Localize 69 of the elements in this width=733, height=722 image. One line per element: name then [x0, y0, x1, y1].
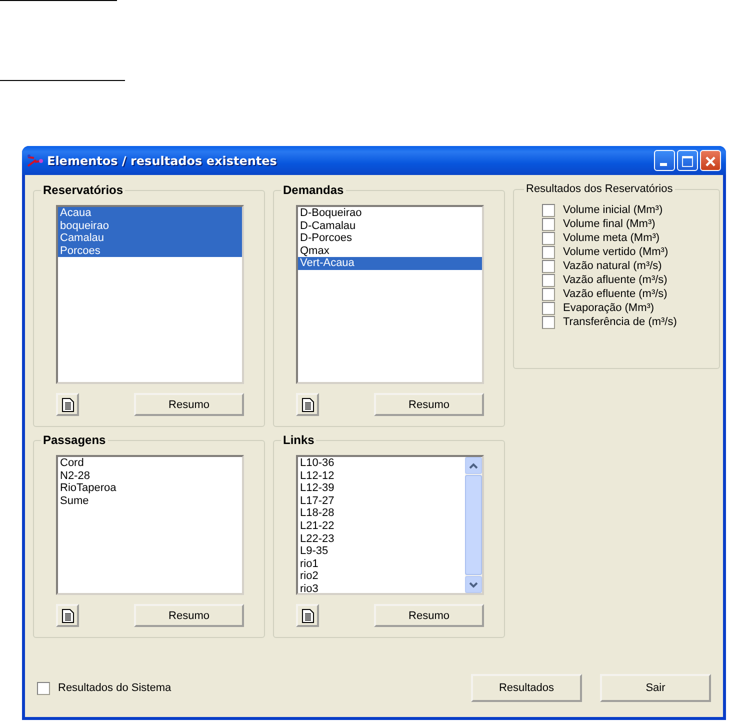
window-title: Elementos / resultados existentes: [47, 154, 278, 168]
list-item[interactable]: D-Camalau: [298, 220, 482, 232]
dialog-button[interactable]: Resultados: [471, 674, 582, 702]
document-icon: [60, 608, 74, 624]
scroll-thumb[interactable]: [465, 475, 482, 575]
close-button[interactable]: [700, 150, 721, 171]
chevron-down-icon: [469, 582, 478, 588]
document-icon: [300, 396, 314, 412]
document-icon: [60, 396, 74, 412]
list-item[interactable]: boqueirao: [58, 220, 242, 232]
summary-button[interactable]: Resumo: [374, 393, 484, 416]
maximize-button[interactable]: [677, 150, 698, 171]
checkbox[interactable]: Resultados do Sistema: [37, 681, 172, 695]
list-box[interactable]: Acaua boqueirao Camalau Porcoes: [56, 205, 244, 384]
list-item[interactable]: L12-39: [298, 482, 465, 495]
list-item[interactable]: D-Boqueirao: [298, 207, 482, 220]
list-item[interactable]: rio3: [298, 582, 465, 596]
list-item[interactable]: Vert-Acaua: [298, 257, 482, 270]
dialog-button[interactable]: Sair: [600, 674, 711, 702]
list-item[interactable]: Cord: [58, 457, 242, 470]
checkbox[interactable]: Volume vertido (Mm³): [542, 245, 699, 259]
list-item[interactable]: L17-27: [298, 494, 465, 508]
document-button[interactable]: [296, 604, 319, 627]
group-title: Reservatórios: [42, 183, 124, 197]
checkbox[interactable]: Evaporação (Mm³): [542, 301, 699, 315]
list-item[interactable]: Acaua: [58, 207, 242, 220]
list-box[interactable]: D-Boqueirao D-Camalau D-Porcoes Qmax Vert-Acaua: [296, 205, 484, 384]
list-item[interactable]: L18-28: [298, 507, 465, 520]
list-item[interactable]: D-Porcoes: [298, 232, 482, 245]
list-item[interactable]: L10-36: [298, 457, 465, 470]
list-item[interactable]: RioTaperoa: [58, 482, 242, 495]
scroll-up-button[interactable]: [465, 457, 482, 474]
minimize-button[interactable]: [654, 150, 675, 171]
list-item[interactable]: L12-12: [298, 470, 465, 482]
checkbox[interactable]: Transferência de (m³/s): [542, 315, 699, 329]
list-item[interactable]: Porcoes: [58, 244, 242, 258]
minimize-icon: [660, 163, 667, 166]
list-box[interactable]: Cord N2-28 RioTaperoa Sume: [56, 455, 244, 595]
checkbox[interactable]: Volume inicial (Mm³): [542, 203, 699, 217]
chevron-up-icon: [469, 462, 478, 468]
group-title: Resultados dos Reservatórios: [525, 183, 674, 195]
checkbox[interactable]: Vazão afluente (m³/s): [542, 273, 699, 287]
list-item[interactable]: L21-22: [298, 520, 465, 533]
document-button[interactable]: [56, 604, 79, 627]
checkbox[interactable]: Volume meta (Mm³): [542, 231, 699, 245]
document-button[interactable]: [56, 393, 79, 416]
list-item[interactable]: Sume: [58, 494, 242, 508]
checkbox[interactable]: Volume final (Mm³): [542, 217, 699, 231]
list-item[interactable]: Qmax: [298, 244, 482, 258]
arrows-icon: [27, 152, 43, 168]
checkbox[interactable]: Vazão efluente (m³/s): [542, 287, 699, 301]
group-title: Links: [282, 433, 316, 447]
summary-button[interactable]: Resumo: [374, 604, 484, 627]
group-title: Passagens: [42, 433, 107, 447]
scroll-down-button[interactable]: [465, 576, 482, 593]
document-button[interactable]: [296, 393, 319, 416]
list-item[interactable]: rio1: [298, 558, 465, 570]
group-title: Demandas: [282, 183, 345, 197]
list-item[interactable]: L9-35: [298, 545, 465, 558]
summary-button[interactable]: Resumo: [134, 604, 244, 627]
scrollbar[interactable]: [465, 457, 482, 593]
checkbox[interactable]: Vazão natural (m³/s): [542, 259, 699, 273]
list-item[interactable]: N2-28: [58, 470, 242, 482]
list-box[interactable]: L10-36 L12-12 L12-39 L17-27 L18-28 L21-22 L22-23 L9-35 rio1 rio2 rio3: [296, 455, 484, 595]
list-item[interactable]: L22-23: [298, 532, 465, 546]
summary-button[interactable]: Resumo: [134, 393, 244, 416]
list-item[interactable]: Camalau: [58, 232, 242, 245]
list-item[interactable]: rio2: [298, 570, 465, 583]
document-icon: [300, 608, 314, 624]
